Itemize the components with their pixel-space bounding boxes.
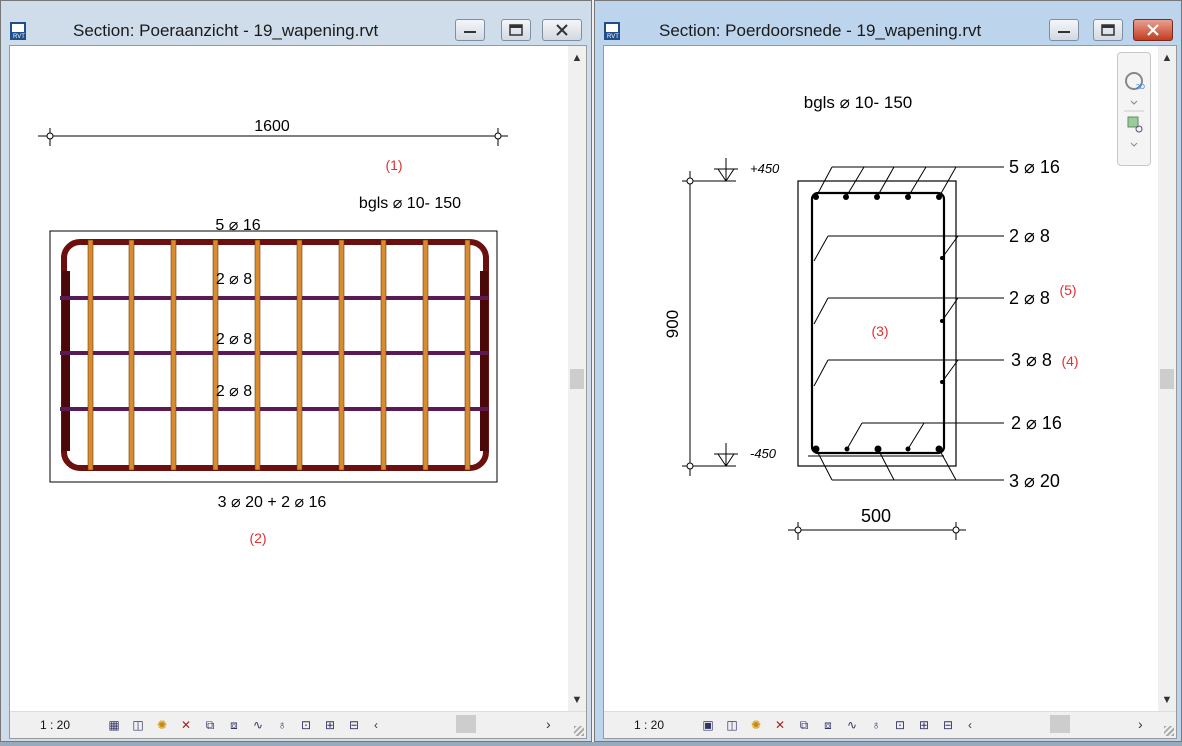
callout-4: (4) — [1061, 353, 1078, 369]
minimize-icon — [464, 31, 476, 33]
resize-grip[interactable] — [574, 726, 584, 736]
leader-lines — [808, 166, 1004, 481]
stirrup-label: bgls ⌀ 10- 150 — [804, 93, 913, 112]
label-3-20: 3 ⌀ 20 — [1009, 471, 1060, 491]
sun-path-icon[interactable]: ✺ — [746, 715, 766, 735]
mid-bar-label-1: 2 ⌀ 8 — [216, 271, 252, 288]
minimize-button[interactable] — [1049, 19, 1079, 41]
left-view-window[interactable]: RVT Section: Poeraanzicht - 19_wapening.… — [0, 0, 592, 742]
left-view-control-bar: 1 : 20 ▦ ◫ ✺ ✕ ⧉ ⧈ ∿ ♁ ⊡ ⊞ ⊟ ‹ › — [10, 711, 586, 738]
resize-grip[interactable] — [1164, 726, 1174, 736]
right-drawing-area[interactable]: bgls ⌀ 10- 150 +450 -450 900 5 ⌀ 16 2 ⌀ … — [603, 45, 1177, 739]
analytical-icon[interactable]: ⊞ — [320, 715, 340, 735]
show-crop-icon[interactable]: ⧈ — [818, 715, 838, 735]
scroll-up-icon[interactable]: ▲ — [1158, 50, 1176, 66]
left-window-titlebar[interactable]: RVT Section: Poeraanzicht - 19_wapening.… — [1, 1, 591, 45]
concrete-outline — [49, 230, 498, 483]
temporary-hide-icon[interactable]: ∿ — [842, 715, 862, 735]
revit-app-icon: RVT — [10, 22, 26, 40]
collapse-left-icon[interactable]: ‹ — [366, 715, 386, 735]
sun-path-icon[interactable]: ✺ — [152, 715, 172, 735]
right-vertical-scrollbar[interactable]: ▲ ▼ — [1158, 46, 1176, 712]
right-window-title: Section: Poerdoorsnede - 19_wapening.rvt — [659, 21, 982, 40]
svg-text:2D: 2D — [1136, 84, 1145, 91]
callout-2: (2) — [249, 530, 266, 546]
worksharing-icon[interactable]: ⊡ — [890, 715, 910, 735]
minimize-icon — [1058, 31, 1070, 33]
callout-3: (3) — [871, 323, 888, 339]
scroll-thumb[interactable] — [570, 369, 584, 389]
callout-5: (5) — [1059, 282, 1076, 298]
mid-bar-label-2: 2 ⌀ 8 — [216, 331, 252, 348]
close-button[interactable] — [542, 19, 582, 41]
maximize-button[interactable] — [1093, 19, 1123, 41]
collapse-left-icon[interactable]: ‹ — [960, 715, 980, 735]
show-crop-icon[interactable]: ⧈ — [224, 715, 244, 735]
scroll-down-icon[interactable]: ▼ — [568, 692, 586, 708]
horizontal-scroll-thumb[interactable] — [456, 715, 476, 733]
detail-level-icon[interactable]: ▦ — [104, 715, 124, 735]
label-2-8-b: 2 ⌀ 8 — [1009, 288, 1050, 308]
scroll-thumb[interactable] — [1160, 369, 1174, 389]
maximize-icon — [509, 24, 523, 36]
dim-height-label: 900 — [663, 310, 682, 338]
left-window-title: Section: Poeraanzicht - 19_wapening.rvt — [73, 21, 379, 40]
temporary-hide-icon[interactable]: ∿ — [248, 715, 268, 735]
visual-style-icon[interactable]: ◫ — [722, 715, 742, 735]
label-2-16: 2 ⌀ 16 — [1011, 413, 1062, 433]
steering-wheel-icon[interactable]: 2D — [1118, 53, 1150, 165]
bottom-bars-label: 3 ⌀ 20 + 2 ⌀ 16 — [218, 494, 327, 511]
close-icon — [1147, 24, 1159, 36]
analytical-icon[interactable]: ⊞ — [914, 715, 934, 735]
navigation-bar[interactable]: 2D — [1117, 52, 1151, 166]
mid-bar-label-3: 2 ⌀ 8 — [216, 383, 252, 400]
level-top-label: +450 — [750, 161, 780, 176]
taskbar-strip — [0, 742, 1182, 746]
label-2-8-a: 2 ⌀ 8 — [1009, 226, 1050, 246]
dim-width-label: 1600 — [254, 118, 290, 135]
shadows-icon[interactable]: ✕ — [176, 715, 196, 735]
close-icon — [556, 24, 568, 36]
view-scale[interactable]: 1 : 20 — [40, 718, 70, 732]
detail-level-icon[interactable]: ▣ — [698, 715, 718, 735]
highlight-displacement-icon[interactable]: ⊟ — [938, 715, 958, 735]
left-drawing-area[interactable]: 1600 (1) bgls ⌀ 10- 150 5 ⌀ 16 2 ⌀ 8 2 ⌀… — [9, 45, 587, 739]
highlight-displacement-icon[interactable]: ⊟ — [344, 715, 364, 735]
maximize-icon — [1101, 24, 1115, 36]
label-5-16: 5 ⌀ 16 — [1009, 157, 1060, 177]
reveal-hidden-icon[interactable]: ♁ — [866, 715, 886, 735]
reveal-hidden-icon[interactable]: ♁ — [272, 715, 292, 735]
dim-width-label: 500 — [861, 506, 891, 526]
svg-text:RVT: RVT — [607, 34, 619, 40]
svg-text:RVT: RVT — [13, 34, 25, 40]
right-view-control-bar: 1 : 20 ▣ ◫ ✺ ✕ ⧉ ⧈ ∿ ♁ ⊡ ⊞ ⊟ ‹ › — [604, 711, 1176, 738]
crop-view-icon[interactable]: ⧉ — [794, 715, 814, 735]
worksharing-icon[interactable]: ⊡ — [296, 715, 316, 735]
stirrup-label: bgls ⌀ 10- 150 — [359, 195, 461, 212]
visual-style-icon[interactable]: ◫ — [128, 715, 148, 735]
left-drawing-canvas[interactable]: 1600 (1) bgls ⌀ 10- 150 5 ⌀ 16 2 ⌀ 8 2 ⌀… — [10, 46, 568, 712]
horizontal-scroll-thumb[interactable] — [1050, 715, 1070, 733]
callout-1: (1) — [385, 157, 402, 173]
crop-view-icon[interactable]: ⧉ — [200, 715, 220, 735]
right-drawing-canvas[interactable]: bgls ⌀ 10- 150 +450 -450 900 5 ⌀ 16 2 ⌀ … — [604, 46, 1158, 712]
scroll-down-icon[interactable]: ▼ — [1158, 692, 1176, 708]
shadows-icon[interactable]: ✕ — [770, 715, 790, 735]
left-vertical-scrollbar[interactable]: ▲ ▼ — [568, 46, 586, 712]
minimize-button[interactable] — [455, 19, 485, 41]
maximize-button[interactable] — [501, 19, 531, 41]
level-bottom-label: -450 — [750, 446, 777, 461]
dimension-900 — [682, 158, 738, 476]
right-window-titlebar[interactable]: RVT Section: Poerdoorsnede - 19_wapening… — [595, 1, 1181, 45]
close-button[interactable] — [1133, 19, 1173, 41]
scroll-right-icon[interactable]: › — [546, 716, 551, 732]
right-view-window[interactable]: RVT Section: Poerdoorsnede - 19_wapening… — [594, 0, 1182, 742]
scroll-up-icon[interactable]: ▲ — [568, 50, 586, 66]
view-scale[interactable]: 1 : 20 — [634, 718, 664, 732]
revit-app-icon: RVT — [604, 22, 620, 40]
label-3-8: 3 ⌀ 8 — [1011, 350, 1052, 370]
scroll-right-icon[interactable]: › — [1138, 716, 1143, 732]
